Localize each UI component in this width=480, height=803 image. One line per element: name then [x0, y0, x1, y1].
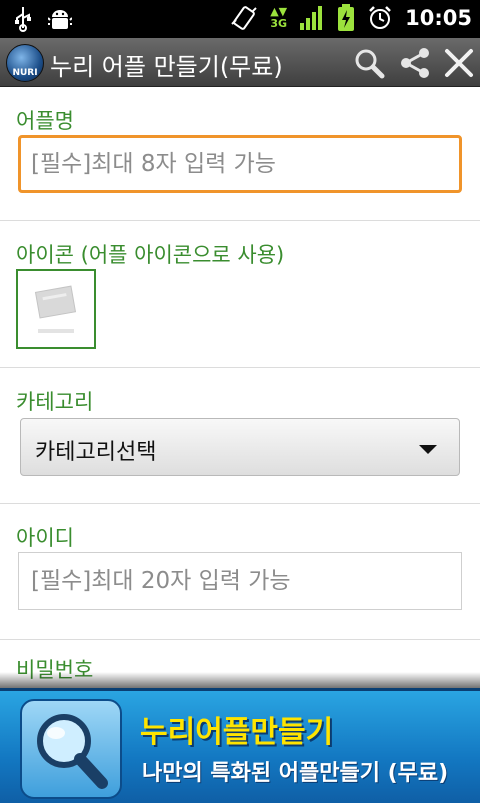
android-debug-icon [48, 10, 72, 29]
app-form: 어플명 아이콘 (어플 아이콘으로 사용) 카테고리 카테고리선택 아이디 비밀… [0, 87, 480, 700]
magnifier-icon [37, 714, 108, 789]
user-id-label: 아이디 [16, 526, 74, 550]
banner-title: 누리어플만들기 [140, 715, 334, 750]
search-icon[interactable] [352, 46, 386, 80]
icon-picker[interactable] [16, 269, 96, 349]
banner-tile [20, 699, 122, 799]
promo-banner[interactable]: 누리어플만들기 나만의 특화된 어플만들기 (무료) [0, 688, 480, 803]
icon-label: 아이콘 (어플 아이콘으로 사용) [16, 243, 285, 267]
category-select[interactable]: 카테고리선택 [20, 418, 460, 476]
icon-section: 아이콘 (어플 아이콘으로 사용) [0, 221, 480, 368]
user-id-input[interactable] [18, 552, 462, 610]
dropdown-arrow-icon [419, 445, 437, 454]
network-type-3g: ▲▼ 3G [270, 5, 288, 30]
image-placeholder-icon [34, 285, 77, 333]
app-name-label: 어플명 [16, 109, 74, 133]
app-title: 누리 어플 만들기(무료) [50, 53, 283, 81]
battery-charging-icon [338, 4, 355, 31]
share-icon[interactable] [398, 46, 432, 80]
banner-shadow [0, 672, 480, 688]
user-id-section: 아이디 [0, 504, 480, 640]
app-name-section: 어플명 [0, 87, 480, 221]
alarm-icon [369, 6, 392, 29]
usb-icon [15, 7, 31, 32]
app-name-input[interactable] [18, 135, 462, 193]
banner-subtitle: 나만의 특화된 어플만들기 (무료) [142, 761, 449, 786]
app-logo-text: NURI [12, 68, 38, 78]
app-title-bar: NURI 누리 어플 만들기(무료) [0, 38, 480, 87]
vibrate-icon [231, 6, 257, 30]
category-label: 카테고리 [16, 390, 94, 414]
signal-icon [300, 6, 323, 30]
close-icon[interactable] [442, 46, 476, 80]
category-section: 카테고리 카테고리선택 [0, 368, 480, 504]
status-bar: ▲▼ 3G 10:05 [0, 0, 480, 38]
app-logo: NURI [6, 44, 44, 82]
category-selected-value: 카테고리선택 [35, 440, 157, 465]
clock-time: 10:05 [405, 6, 472, 30]
